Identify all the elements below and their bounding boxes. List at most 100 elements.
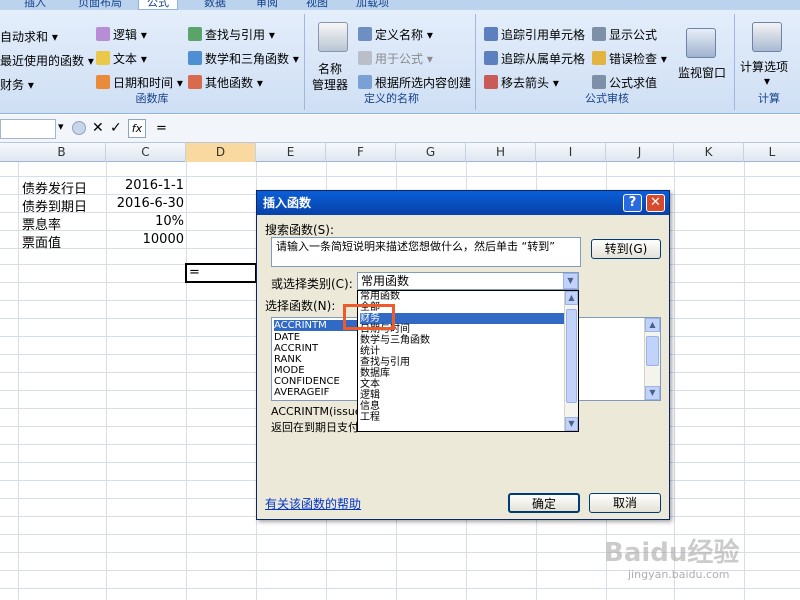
more-functions-button[interactable]: 其他函数 ▾ [188, 74, 263, 91]
tab-formulas[interactable]: 公式 [138, 0, 178, 10]
trace-dependents-button[interactable]: 追踪从属单元格 [484, 50, 585, 67]
calculation-options-button[interactable]: 计算选项 [740, 58, 788, 75]
close-icon[interactable]: ✕ [646, 194, 665, 212]
category-option[interactable]: 数据库 [360, 368, 390, 379]
function-item[interactable]: RANK [274, 354, 301, 365]
calculation-options-icon [752, 22, 782, 52]
recent-functions-button[interactable]: 最近使用的函数 ▾ [0, 52, 94, 69]
column-header-g[interactable]: G [396, 143, 466, 162]
create-from-selection-icon [358, 75, 372, 89]
formula-input[interactable]: = [156, 121, 167, 136]
column-header-k[interactable]: K [674, 143, 744, 162]
datetime-button[interactable]: 日期和时间 ▾ [96, 74, 183, 91]
use-in-formula-button[interactable]: 用于公式 ▾ [358, 50, 433, 67]
name-manager-label-1[interactable]: 名称 [318, 60, 342, 77]
column-header-i[interactable]: I [536, 143, 606, 162]
active-cell-d[interactable]: = [185, 263, 257, 283]
column-header-f[interactable]: F [326, 143, 396, 162]
category-label: 或选择类别(C): [271, 277, 353, 291]
expand-icon[interactable] [72, 121, 86, 135]
lookup-button[interactable]: 查找与引用 ▾ [188, 26, 275, 43]
cell-c-coupon-rate[interactable]: 10% [106, 214, 184, 229]
help-icon[interactable]: ? [623, 194, 642, 212]
tab-page-layout[interactable]: 页面布局 [78, 0, 122, 10]
watch-window-button[interactable]: 监视窗口 [678, 64, 726, 81]
cancel-entry-icon[interactable]: ✕ [92, 120, 104, 136]
group-formula-auditing: 追踪引用单元格 追踪从属单元格 移去箭头 ▾ 显示公式 错误检查 ▾ 公式求值 … [480, 14, 735, 110]
dialog-title-bar[interactable]: 插入函数 [257, 191, 669, 215]
function-item[interactable]: MODE [274, 365, 305, 376]
trace-precedents-button[interactable]: 追踪引用单元格 [484, 26, 585, 43]
category-scroll-up-icon[interactable]: ▲ [565, 291, 578, 305]
category-select[interactable]: 常用函数 [357, 272, 579, 290]
category-scroll-down-icon[interactable]: ▼ [565, 417, 578, 431]
cell-c-par-value[interactable]: 10000 [106, 232, 184, 247]
tab-view[interactable]: 视图 [306, 0, 328, 10]
watch-window-icon [686, 28, 716, 58]
column-header-c[interactable]: C [106, 143, 186, 162]
cell-c-maturity-date[interactable]: 2016-6-30 [106, 196, 184, 211]
column-header-d[interactable]: D [186, 143, 256, 162]
category-option[interactable]: 常用函数 [360, 291, 400, 302]
goto-button[interactable]: 转到(G) [591, 239, 661, 259]
insert-function-button[interactable]: fx [128, 119, 146, 138]
tab-insert[interactable]: 插入 [24, 0, 46, 10]
logic-icon [96, 27, 110, 41]
name-box-dropdown-icon[interactable]: ▾ [58, 120, 64, 133]
evaluate-formula-button[interactable]: 公式求值 [592, 74, 657, 91]
category-option[interactable]: 工程 [360, 412, 380, 423]
scroll-thumb[interactable] [646, 336, 659, 366]
column-header-b[interactable]: B [18, 143, 106, 162]
tab-addins[interactable]: 加载项 [356, 0, 389, 10]
group-label-calculation: 计算 [758, 92, 780, 105]
category-option[interactable]: 查找与引用 [360, 357, 410, 368]
category-scroll-thumb[interactable] [566, 309, 577, 403]
cell-c-issue-date[interactable]: 2016-1-1 [106, 178, 184, 193]
category-option[interactable]: 逻辑 [360, 390, 380, 401]
category-option[interactable]: 数学与三角函数 [360, 335, 430, 346]
function-list-scrollbar[interactable]: ▲ ▼ [644, 318, 660, 400]
scroll-up-icon[interactable]: ▲ [645, 318, 660, 332]
function-item[interactable]: AVERAGEIF [274, 387, 329, 398]
text-button[interactable]: 文本 ▾ [96, 50, 147, 67]
category-option[interactable]: 信息 [360, 401, 380, 412]
name-box[interactable] [0, 119, 56, 139]
tab-review[interactable]: 审阅 [256, 0, 278, 10]
category-option[interactable]: 文本 [360, 379, 380, 390]
define-name-button[interactable]: 定义名称 ▾ [358, 26, 433, 43]
logical-button[interactable]: 逻辑 ▾ [96, 26, 147, 43]
remove-arrows-button[interactable]: 移去箭头 ▾ [484, 74, 559, 91]
column-header-l[interactable]: L [744, 143, 800, 162]
cell-b-issue-date[interactable]: 债券发行日 [22, 178, 87, 197]
category-dropdown-icon[interactable]: ▼ [563, 273, 578, 289]
category-option[interactable]: 统计 [360, 346, 380, 357]
autosum-button[interactable]: 自动求和 ▾ [0, 28, 58, 45]
math-trig-button[interactable]: 数学和三角函数 ▾ [188, 50, 299, 67]
function-item[interactable]: CONFIDENCE [274, 376, 340, 387]
confirm-entry-icon[interactable]: ✓ [110, 120, 122, 136]
column-header-j[interactable]: J [606, 143, 674, 162]
cell-b-maturity-date[interactable]: 债券到期日 [22, 196, 87, 215]
help-link[interactable]: 有关该函数的帮助 [265, 495, 361, 512]
function-item[interactable]: ACCRINT [274, 343, 318, 354]
trace-precedents-icon [484, 27, 498, 41]
math-icon [188, 51, 202, 65]
name-manager-icon [318, 22, 348, 52]
column-header-e[interactable]: E [256, 143, 326, 162]
search-label: 搜索函数(S): [265, 223, 335, 237]
create-from-selection-button[interactable]: 根据所选内容创建 [358, 74, 471, 91]
calculation-options-chevron-icon[interactable]: ▾ [764, 74, 770, 88]
dialog-title: 插入函数 [263, 196, 312, 210]
ok-button[interactable]: 确定 [508, 493, 580, 513]
cancel-button[interactable]: 取消 [589, 493, 661, 513]
column-header-h[interactable]: H [466, 143, 536, 162]
show-formulas-button[interactable]: 显示公式 [592, 26, 657, 43]
cell-b-coupon-rate[interactable]: 票息率 [22, 214, 61, 233]
category-list-scrollbar[interactable]: ▲ ▼ [564, 291, 578, 431]
function-item[interactable]: DATE [274, 332, 300, 343]
error-checking-button[interactable]: 错误检查 ▾ [592, 50, 667, 67]
tab-data[interactable]: 数据 [204, 0, 226, 10]
search-input[interactable]: 请输入一条简短说明来描述您想做什么，然后单击 “转到” [271, 237, 581, 267]
cell-b-par-value[interactable]: 票面值 [22, 232, 61, 251]
scroll-down-icon[interactable]: ▼ [645, 386, 660, 400]
